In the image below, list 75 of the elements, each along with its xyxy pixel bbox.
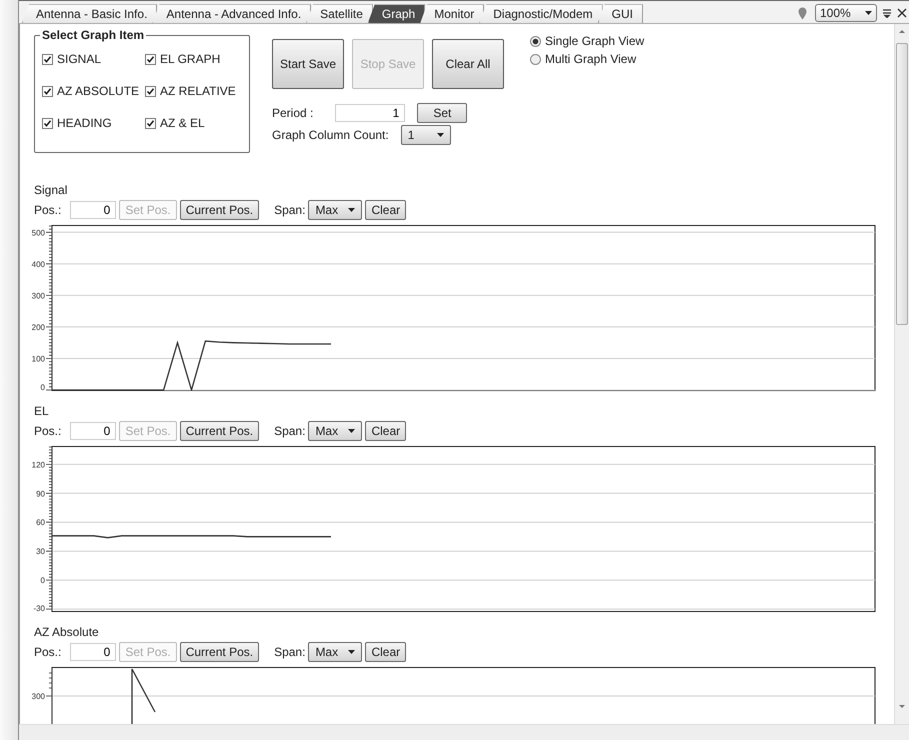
span-dropdown[interactable]: Max	[308, 421, 362, 441]
checkbox-label[interactable]: EL GRAPH	[160, 52, 220, 66]
horizontal-scrollbar[interactable]	[19, 724, 909, 740]
action-button[interactable]: Clear All	[432, 39, 504, 89]
current-pos-button[interactable]: Current Pos.	[180, 642, 260, 662]
graph-title: Signal	[34, 182, 68, 199]
period-label: Period :	[272, 106, 314, 120]
checkbox[interactable]	[42, 54, 53, 64]
pos-field[interactable]: 0	[70, 422, 116, 440]
close-icon[interactable]	[897, 8, 907, 18]
set-button[interactable]: Set	[417, 103, 468, 123]
checkbox[interactable]	[145, 54, 156, 64]
y-tick-label: 120	[32, 460, 45, 470]
radio-label[interactable]: Single Graph View	[545, 34, 644, 48]
span-dropdown[interactable]: Max	[308, 642, 362, 662]
caret-icon	[348, 208, 356, 212]
tab[interactable]: Diagnostic/Modem	[479, 4, 603, 23]
tab[interactable]: Graph	[368, 4, 426, 23]
checkbox[interactable]	[145, 118, 156, 128]
y-tick-label: 200	[32, 322, 45, 332]
pos-label: Pos.:	[34, 203, 62, 217]
y-tick-label: 0	[40, 383, 45, 391]
group-title: Select Graph Item	[40, 28, 146, 42]
span-label: Span:	[274, 645, 306, 659]
tab[interactable]: GUI	[598, 4, 643, 23]
graph-title: EL	[34, 403, 50, 420]
checkbox[interactable]	[145, 86, 156, 96]
current-pos-button[interactable]: Current Pos.	[180, 421, 260, 441]
radio-label[interactable]: Multi Graph View	[545, 52, 636, 66]
caret-icon	[865, 11, 872, 15]
clear-button[interactable]: Clear	[365, 421, 406, 441]
column-count-label: Graph Column Count:	[272, 128, 389, 142]
pos-field[interactable]: 0	[70, 643, 116, 661]
pos-field[interactable]: 0	[70, 201, 116, 219]
zoom-dropdown[interactable]: 100%	[815, 4, 877, 22]
clear-button[interactable]: Clear	[365, 642, 406, 662]
y-tick-label: 90	[36, 489, 45, 498]
radio-button[interactable]	[530, 54, 541, 64]
tab[interactable]: Satellite	[306, 4, 373, 23]
checkbox-label[interactable]: AZ RELATIVE	[160, 84, 236, 98]
y-tick-label: 0	[40, 576, 45, 586]
checkbox-label[interactable]: AZ & EL	[160, 116, 205, 130]
menu-icon[interactable]	[882, 8, 892, 18]
period-field[interactable]: 1	[335, 104, 406, 122]
column-count-dropdown[interactable]: 1	[400, 125, 451, 145]
checkbox-label[interactable]: AZ ABSOLUTE	[57, 84, 140, 98]
caret-icon	[436, 133, 444, 137]
vertical-scrollbar[interactable]	[894, 24, 909, 724]
pos-label: Pos.:	[34, 645, 62, 659]
span-dropdown[interactable]: Max	[308, 200, 362, 220]
radio-button[interactable]	[530, 36, 541, 46]
clear-button[interactable]: Clear	[365, 200, 406, 220]
y-tick-label: 300	[32, 291, 45, 300]
pin-icon[interactable]	[798, 6, 807, 20]
checkbox-label[interactable]: HEADING	[57, 116, 112, 130]
current-pos-button[interactable]: Current Pos.	[180, 200, 260, 220]
caret-icon	[348, 650, 356, 654]
action-button[interactable]: Start Save	[272, 39, 344, 89]
checkbox[interactable]	[42, 86, 53, 96]
checkbox[interactable]	[42, 118, 53, 128]
y-tick-label: 60	[36, 518, 45, 528]
caret-icon	[348, 429, 356, 433]
tab[interactable]: Antenna - Basic Info.	[22, 4, 158, 23]
checkbox-label[interactable]: SIGNAL	[57, 52, 102, 66]
y-tick-label: 30	[36, 547, 45, 556]
span-label: Span:	[274, 424, 306, 438]
graph-title: AZ Absolute	[34, 624, 100, 641]
y-tick-label: 100	[32, 354, 45, 364]
y-tick-label: -30	[33, 604, 45, 612]
pos-label: Pos.:	[34, 424, 62, 438]
tab[interactable]: Antenna - Advanced Info.	[152, 4, 312, 23]
tab[interactable]: Monitor	[420, 4, 484, 23]
span-label: Span:	[274, 203, 306, 217]
y-tick-label: 500	[32, 228, 45, 238]
y-tick-label: 400	[32, 260, 45, 269]
